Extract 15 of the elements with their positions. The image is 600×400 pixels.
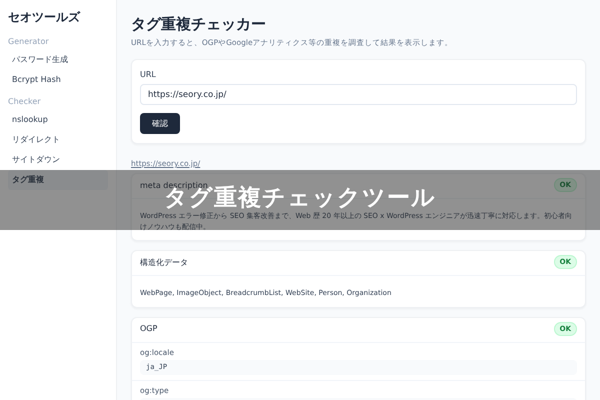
check-button[interactable]: 確認 xyxy=(140,113,180,134)
page-title: タグ重複チェッカー xyxy=(131,15,267,34)
sidebar-item[interactable]: リダイレクト xyxy=(8,130,108,150)
sidebar-item[interactable]: サイトダウン xyxy=(8,150,108,170)
card-title: OGP xyxy=(140,324,158,334)
sidebar-item[interactable]: パスワード生成 xyxy=(8,50,108,70)
app-title: セオツールズ xyxy=(8,10,82,24)
field-label: URL xyxy=(140,70,156,80)
sidebar-item[interactable]: タグ重複 xyxy=(8,170,108,190)
group-label: Generator xyxy=(8,37,50,47)
card-title: 構造化データ xyxy=(140,256,188,268)
sidebar-item[interactable]: Bcrypt Hash xyxy=(8,70,108,90)
sidebar-item[interactable]: nslookup xyxy=(8,110,108,130)
group-label: Checker xyxy=(8,97,42,107)
url-input[interactable]: https://seory.co.jp/ xyxy=(140,84,577,105)
